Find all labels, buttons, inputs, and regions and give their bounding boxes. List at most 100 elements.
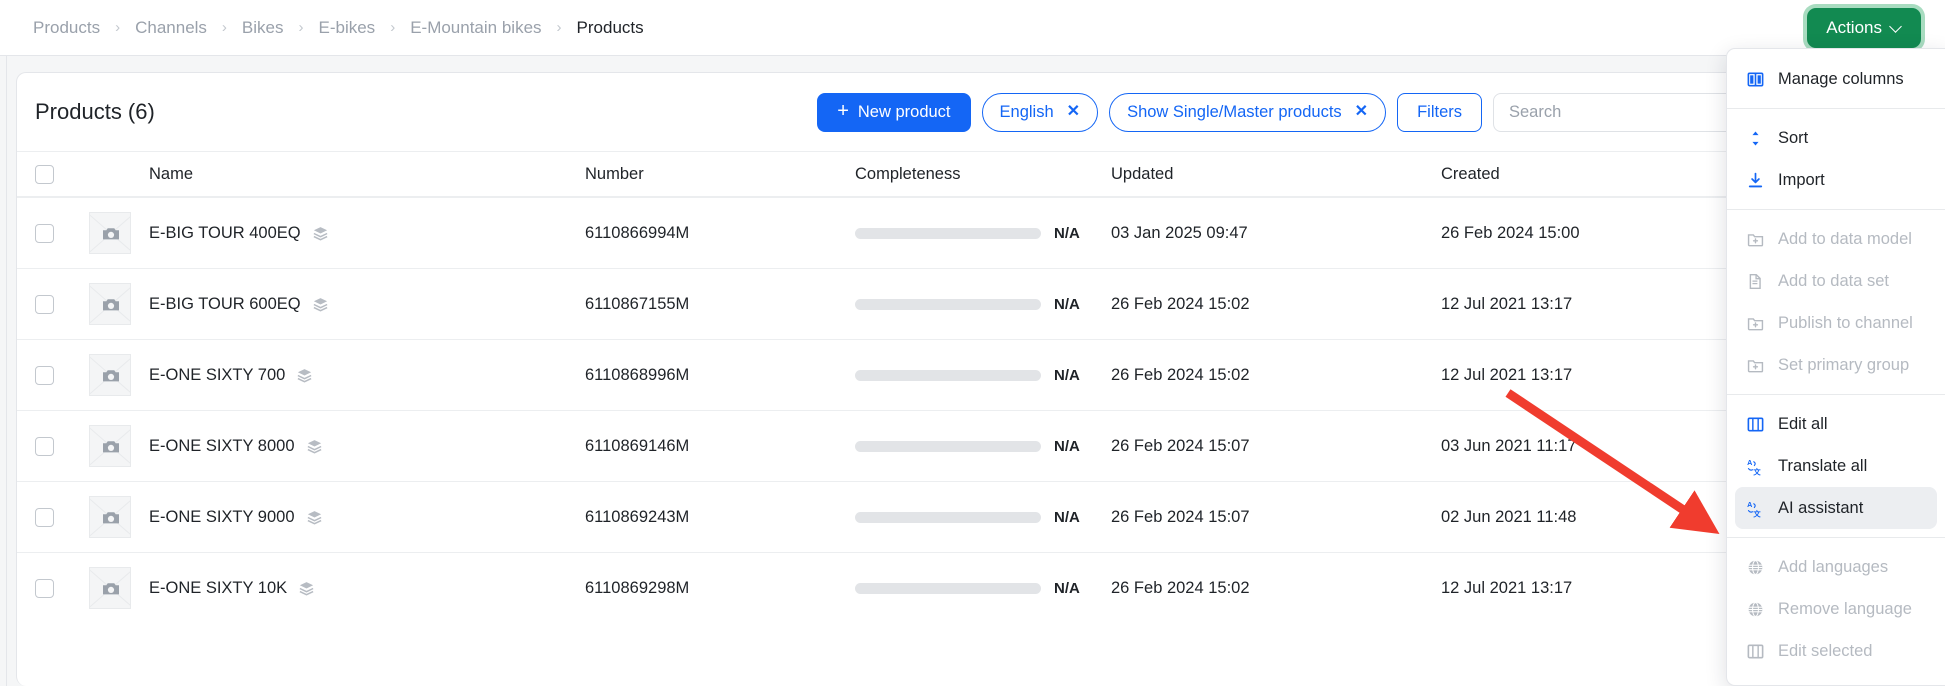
search-input[interactable]	[1493, 92, 1753, 132]
plus-icon: +	[837, 100, 849, 122]
table-row[interactable]: E-ONE SIXTY 9000 6110869243M N/A 26 Feb 202…	[17, 481, 1775, 552]
globe-icon	[1745, 599, 1765, 619]
completeness-bar	[855, 582, 1041, 594]
menu-divider	[1727, 537, 1945, 538]
svg-text:A: A	[1747, 458, 1753, 467]
menu-item-label: Edit selected	[1778, 641, 1873, 660]
menu-item-import[interactable]: Import	[1735, 159, 1937, 201]
actions-button[interactable]: Actions	[1807, 8, 1921, 48]
breadcrumb-item-channels[interactable]: Channels	[132, 16, 210, 40]
menu-item-add-languages: Add languages	[1735, 546, 1937, 588]
breadcrumb-separator: ›	[221, 19, 227, 36]
product-name[interactable]: E-ONE SIXTY 9000	[149, 508, 295, 527]
updated-date: 26 Feb 2024 15:02	[1111, 578, 1250, 597]
product-name[interactable]: E-BIG TOUR 400EQ	[149, 224, 301, 243]
filters-label: Filters	[1417, 102, 1462, 121]
row-checkbox[interactable]	[35, 578, 54, 598]
close-icon[interactable]: ✕	[1067, 104, 1080, 120]
completeness-bar	[855, 227, 1041, 239]
menu-item-translate-all[interactable]: A 文 Translate all	[1735, 445, 1937, 487]
created-date: 02 Jun 2021 11:48	[1441, 507, 1577, 526]
completeness-value: N/A	[1054, 437, 1080, 455]
filters-button[interactable]: Filters	[1397, 92, 1482, 132]
table-row[interactable]: E-ONE SIXTY 10K 6110869298M N/A 26 Feb 2024…	[17, 552, 1775, 623]
menu-item-edit-all[interactable]: Edit all	[1735, 403, 1937, 445]
product-name[interactable]: E-ONE SIXTY 10K	[149, 579, 287, 598]
menu-item-sort[interactable]: Sort	[1735, 117, 1937, 159]
menu-item-label: Remove language	[1778, 599, 1912, 618]
column-header-updated[interactable]: Updated	[1111, 165, 1441, 184]
breadcrumb-item-bikes[interactable]: Bikes	[239, 16, 287, 40]
created-date: 12 Jul 2021 13:17	[1441, 294, 1573, 313]
menu-item-label: Manage columns	[1778, 69, 1904, 88]
svg-text:A: A	[1747, 500, 1753, 509]
product-thumbnail-placeholder-icon	[89, 567, 131, 609]
language-filter-pill[interactable]: English ✕	[981, 92, 1099, 132]
completeness-bar	[855, 511, 1041, 523]
columns-icon	[1745, 69, 1765, 89]
product-name[interactable]: E-BIG TOUR 600EQ	[149, 295, 301, 314]
table-row[interactable]: E-BIG TOUR 400EQ 6110866994M N/A 03 Jan 202…	[17, 197, 1775, 268]
svg-text:文: 文	[1753, 466, 1761, 476]
select-all-checkbox[interactable]	[35, 164, 54, 184]
menu-item-add-to-data-model: Add to data model	[1735, 218, 1937, 260]
menu-divider	[1727, 108, 1945, 109]
product-name[interactable]: E-ONE SIXTY 700	[149, 366, 285, 385]
completeness-bar	[855, 440, 1041, 452]
actions-dropdown-menu: Manage columns Sort Import Add to data mode…	[1726, 48, 1945, 686]
breadcrumb-item-e-bikes[interactable]: E-bikes	[316, 16, 379, 40]
row-checkbox[interactable]	[35, 436, 54, 456]
new-product-label: New product	[857, 102, 951, 121]
menu-item-remove-language: Remove language	[1735, 588, 1937, 630]
menu-item-label: Sort	[1778, 128, 1809, 147]
row-checkbox[interactable]	[35, 294, 54, 314]
menu-item-publish-to-channel: Publish to channel	[1735, 302, 1937, 344]
breadcrumb-item-e-mountain-bikes[interactable]: E-Mountain bikes	[407, 16, 544, 40]
layers-icon	[298, 580, 315, 597]
created-date: 12 Jul 2021 13:17	[1441, 578, 1573, 597]
show-single-master-products-pill[interactable]: Show Single/Master products ✕	[1109, 92, 1387, 132]
menu-item-ai-assistant[interactable]: A 文 AI assistant	[1735, 487, 1937, 529]
product-number: 6110866994M	[585, 223, 690, 242]
row-checkbox[interactable]	[35, 365, 54, 385]
menu-item-add-to-data-set: Add to data set	[1735, 260, 1937, 302]
product-thumbnail-placeholder-icon	[89, 425, 131, 467]
layers-icon	[296, 367, 313, 384]
menu-item-label: Publish to channel	[1778, 313, 1913, 332]
breadcrumb-item-products[interactable]: Products	[30, 16, 103, 40]
column-header-number[interactable]: Number	[585, 165, 855, 184]
toolbar: + New product English ✕ Show Single/Mast…	[817, 92, 1753, 132]
layers-icon	[306, 438, 323, 455]
globe-icon	[1745, 557, 1765, 577]
menu-item-manage-columns[interactable]: Manage columns	[1735, 58, 1937, 100]
menu-item-label: Add to data model	[1778, 229, 1912, 248]
created-date: 12 Jul 2021 13:17	[1441, 365, 1573, 384]
updated-date: 26 Feb 2024 15:02	[1111, 365, 1250, 384]
left-rail-bottom	[0, 56, 7, 686]
product-thumbnail-placeholder-icon	[89, 354, 131, 396]
column-header-completeness[interactable]: Completeness	[855, 165, 960, 184]
column-header-created[interactable]: Created	[1441, 165, 1771, 184]
table-row[interactable]: E-ONE SIXTY 8000 6110869146M N/A 26 Feb 202…	[17, 410, 1775, 481]
column-header-name[interactable]: Name	[149, 165, 585, 184]
menu-item-label: Add languages	[1778, 557, 1889, 576]
breadcrumb-separator: ›	[298, 19, 304, 36]
product-name[interactable]: E-ONE SIXTY 8000	[149, 437, 295, 456]
table-row[interactable]: E-ONE SIXTY 700 6110868996M N/A 26 Feb 2024…	[17, 339, 1775, 410]
table-row[interactable]: E-BIG TOUR 600EQ 6110867155M N/A 26 Feb 202…	[17, 268, 1775, 339]
row-checkbox[interactable]	[35, 223, 54, 243]
updated-date: 26 Feb 2024 15:07	[1111, 507, 1250, 526]
product-thumbnail-placeholder-icon	[89, 212, 131, 254]
layers-icon	[306, 509, 323, 526]
product-thumbnail-placeholder-icon	[89, 496, 131, 538]
completeness-bar	[855, 369, 1041, 381]
menu-divider	[1727, 394, 1945, 395]
sort-icon	[1745, 128, 1765, 148]
new-product-button[interactable]: + New product	[817, 92, 971, 132]
menu-divider	[1727, 209, 1945, 210]
breadcrumb-separator: ›	[115, 19, 121, 36]
close-icon[interactable]: ✕	[1355, 104, 1368, 120]
completeness-value: N/A	[1054, 224, 1080, 242]
row-checkbox[interactable]	[35, 507, 54, 527]
completeness-value: N/A	[1054, 366, 1080, 384]
